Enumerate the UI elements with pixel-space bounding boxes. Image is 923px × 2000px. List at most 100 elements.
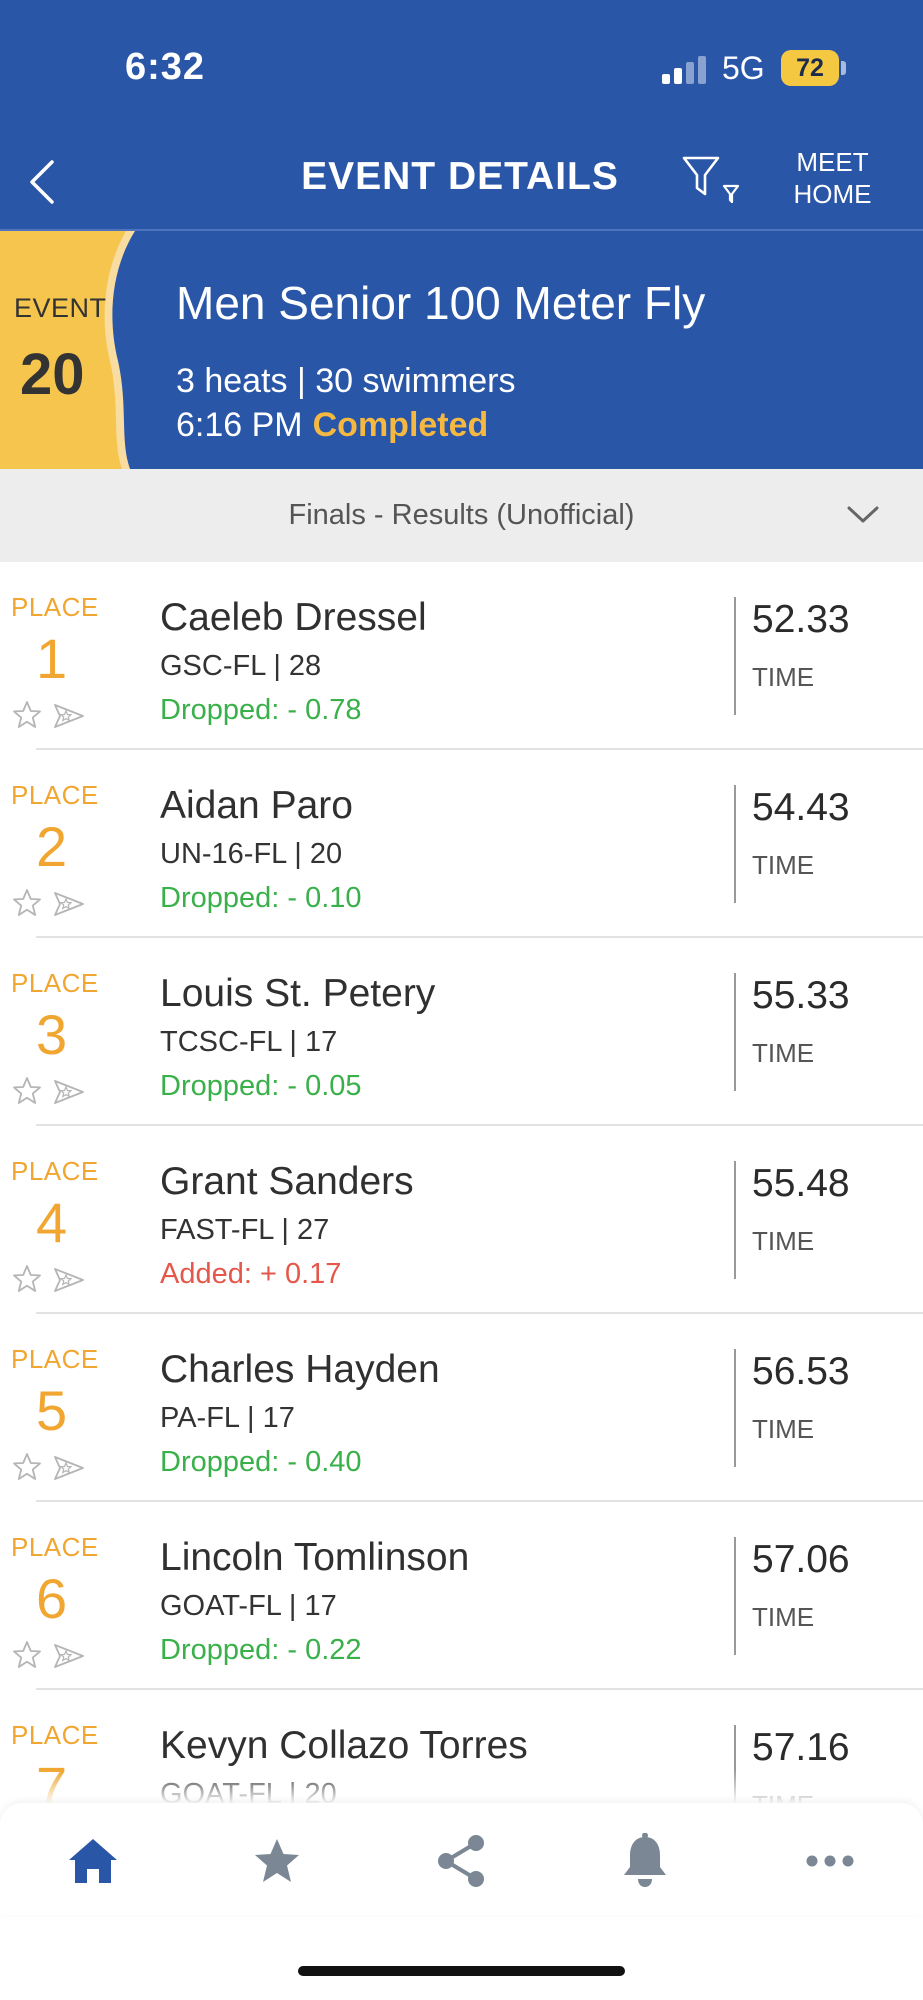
time-delta: Added: + 0.17: [160, 1258, 342, 1290]
star-icon: [255, 1839, 299, 1882]
time-divider: [734, 597, 736, 715]
result-row[interactable]: PLACE 6 Lincoln Tomlinson GOAT-FL | 17 D…: [0, 1502, 923, 1690]
tab-home[interactable]: [63, 1831, 123, 1891]
favorite-star-icon[interactable]: [12, 888, 42, 918]
place-label: PLACE: [11, 592, 99, 622]
share-arrow-icon[interactable]: [52, 1454, 86, 1482]
time-label: TIME: [752, 1226, 815, 1256]
swimmer-team-age: PA-FL | 17: [160, 1402, 295, 1434]
signal-strength-icon: [662, 56, 710, 84]
time-divider: [734, 1537, 736, 1655]
time-divider: [734, 1349, 736, 1467]
swimmer-name[interactable]: Charles Hayden: [160, 1348, 440, 1392]
place-label: PLACE: [11, 1344, 99, 1374]
share-arrow-icon[interactable]: [52, 1266, 86, 1294]
event-summary: 3 heats | 30 swimmers: [176, 362, 516, 400]
favorite-star-icon[interactable]: [12, 1076, 42, 1106]
place-number: 1: [36, 627, 68, 690]
swim-time: 56.53: [752, 1350, 850, 1393]
swimmer-name[interactable]: Louis St. Petery: [160, 972, 435, 1016]
back-button[interactable]: [20, 152, 64, 212]
home-icon: [69, 1839, 117, 1883]
event-number: 20: [20, 342, 85, 407]
place-number: 6: [36, 1567, 68, 1630]
place-number: 4: [36, 1191, 68, 1254]
swim-time: 55.33: [752, 974, 850, 1017]
swimmer-team-age: GSC-FL | 28: [160, 650, 322, 682]
swimmer-team-age: UN-16-FL | 20: [160, 838, 343, 870]
favorite-star-icon[interactable]: [12, 700, 42, 730]
event-time-row: 6:16 PM Completed: [176, 406, 488, 445]
bell-icon: [624, 1833, 666, 1887]
home-indicator: [298, 1966, 625, 1976]
battery-tip: [841, 61, 846, 75]
swimmer-name[interactable]: Aidan Paro: [160, 784, 353, 828]
share-arrow-icon[interactable]: [52, 702, 86, 730]
swimmer-name[interactable]: Kevyn Collazo Torres: [160, 1724, 528, 1768]
swimmer-team-age: GOAT-FL | 17: [160, 1590, 337, 1622]
chevron-left-icon: [30, 160, 54, 204]
status-time: 6:32: [125, 46, 206, 88]
list-fade: [0, 1770, 923, 1804]
time-delta: Dropped: - 0.40: [160, 1446, 362, 1478]
tab-notifications[interactable]: [615, 1831, 675, 1891]
battery-level: 72: [796, 54, 824, 82]
tab-favorites[interactable]: [247, 1831, 307, 1891]
place-label: PLACE: [11, 780, 99, 810]
time-delta: Dropped: - 0.05: [160, 1070, 362, 1102]
time-divider: [734, 785, 736, 903]
results-selector[interactable]: Finals - Results (Unofficial): [0, 469, 923, 562]
share-arrow-icon[interactable]: [52, 1642, 86, 1670]
battery-icon: 72: [781, 50, 839, 86]
event-time: 6:16 PM: [176, 406, 303, 444]
result-row[interactable]: PLACE 1 Caeleb Dressel GSC-FL | 28 Dropp…: [0, 562, 923, 750]
place-number: 5: [36, 1379, 68, 1442]
favorite-star-icon[interactable]: [12, 1452, 42, 1482]
result-row[interactable]: PLACE 4 Grant Sanders FAST-FL | 27 Added…: [0, 1126, 923, 1314]
time-label: TIME: [752, 850, 815, 880]
time-divider: [734, 973, 736, 1091]
time-divider: [734, 1161, 736, 1279]
place-label: PLACE: [11, 1720, 99, 1750]
share-icon: [438, 1835, 484, 1887]
place-number: 3: [36, 1003, 68, 1066]
place-label: PLACE: [11, 968, 99, 998]
time-label: TIME: [752, 1602, 815, 1632]
results-list: PLACE 1 Caeleb Dressel GSC-FL | 28 Dropp…: [0, 562, 923, 1878]
filter-icon: [682, 156, 740, 204]
favorite-star-icon[interactable]: [12, 1640, 42, 1670]
chevron-down-icon[interactable]: [846, 505, 880, 525]
event-label: EVENT: [14, 293, 107, 323]
place-label: PLACE: [11, 1156, 99, 1186]
swim-time: 54.43: [752, 786, 850, 829]
share-arrow-icon[interactable]: [52, 1078, 86, 1106]
more-icon: [806, 1855, 854, 1867]
swimmer-name[interactable]: Lincoln Tomlinson: [160, 1536, 469, 1580]
meet-home-button[interactable]: MEET HOME: [780, 146, 885, 210]
event-banner: EVENT 20 Men Senior 100 Meter Fly 3 heat…: [0, 231, 923, 469]
time-label: TIME: [752, 662, 815, 692]
time-label: TIME: [752, 1038, 815, 1068]
swim-time: 55.48: [752, 1162, 850, 1205]
place-label: PLACE: [11, 1532, 99, 1562]
event-title: Men Senior 100 Meter Fly: [176, 277, 706, 329]
event-details-screen: 6:32 5G 72 EVENT DETAILS MEET HOME EVENT…: [0, 0, 923, 2000]
result-row[interactable]: PLACE 2 Aidan Paro UN-16-FL | 20 Dropped…: [0, 750, 923, 938]
filter-button[interactable]: [678, 152, 748, 208]
swimmer-name[interactable]: Caeleb Dressel: [160, 596, 427, 640]
tab-share[interactable]: [431, 1831, 491, 1891]
swimmer-name[interactable]: Grant Sanders: [160, 1160, 414, 1204]
meet-home-line2: HOME: [793, 179, 872, 209]
event-status: Completed: [312, 406, 489, 444]
result-row[interactable]: PLACE 5 Charles Hayden PA-FL | 17 Droppe…: [0, 1314, 923, 1502]
result-row[interactable]: PLACE 3 Louis St. Petery TCSC-FL | 17 Dr…: [0, 938, 923, 1126]
bottom-tab-bar: [0, 1803, 923, 1915]
tab-more[interactable]: [800, 1831, 860, 1891]
meet-home-line1: MEET: [796, 147, 869, 177]
share-arrow-icon[interactable]: [52, 890, 86, 918]
time-delta: Dropped: - 0.78: [160, 694, 362, 726]
swimmer-team-age: FAST-FL | 27: [160, 1214, 330, 1246]
favorite-star-icon[interactable]: [12, 1264, 42, 1294]
place-number: 2: [36, 815, 68, 878]
time-delta: Dropped: - 0.10: [160, 882, 362, 914]
